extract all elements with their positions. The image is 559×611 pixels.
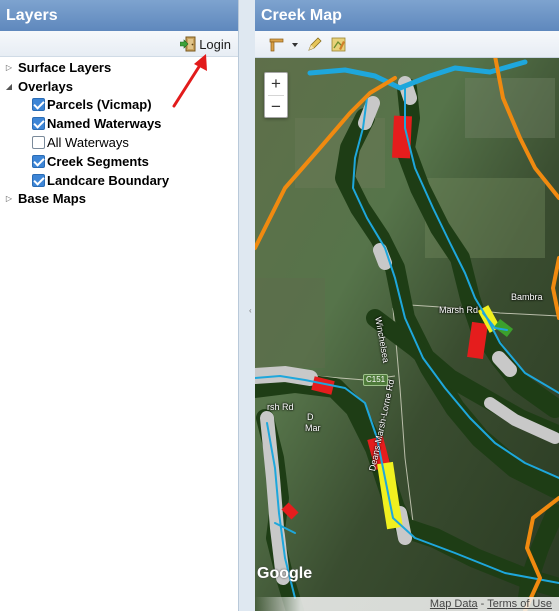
zoom-out-button[interactable]: − xyxy=(265,96,287,118)
bambra-label: Bambra xyxy=(511,292,543,302)
c151-road-shield: C151 xyxy=(363,374,389,386)
named-waterways-checkbox[interactable] xyxy=(32,117,45,131)
layer-item-creek-segments: Creek Segments xyxy=(0,152,238,171)
field-patch xyxy=(255,278,325,368)
marsh-rd-lower-label: rsh Rd xyxy=(267,402,294,412)
layer-item-parcels: Parcels (Vicmap) xyxy=(0,96,238,115)
tree-node-surface-layers[interactable]: ▷ Surface Layers xyxy=(0,58,238,77)
layer-item-named-waterways: Named Waterways xyxy=(0,114,238,133)
panel-splitter[interactable]: ‹ xyxy=(239,0,255,611)
map-layers xyxy=(255,58,559,611)
tree-node-label: Overlays xyxy=(18,78,73,94)
landcare-boundary-checkbox[interactable] xyxy=(32,173,45,187)
layer-label: Creek Segments xyxy=(47,153,149,169)
layer-label: Parcels (Vicmap) xyxy=(47,97,152,113)
tree-node-overlays[interactable]: ◢ Overlays xyxy=(0,77,238,96)
marsh-rd-label: Marsh Rd xyxy=(439,305,479,315)
creek-map[interactable]: + − Bambra Marsh Rd rsh Rd Winchelsea De… xyxy=(255,58,559,611)
layer-tree: ▷ Surface Layers ◢ Overlays Parcels (Vic… xyxy=(0,58,238,208)
attribution-separator: - xyxy=(477,598,488,610)
marsh-partial-label: Mar xyxy=(305,423,321,433)
parcels-checkbox[interactable] xyxy=(32,98,45,112)
measure-icon[interactable] xyxy=(268,36,286,53)
layer-label: Landcare Boundary xyxy=(47,172,170,188)
map-panel-title: Creek Map xyxy=(255,0,559,31)
layers-panel: Layers Login ▷ Surface Layers ◢ Overlays… xyxy=(0,0,239,611)
layer-item-all-waterways: All Waterways xyxy=(0,133,238,152)
creek-segment xyxy=(281,502,299,520)
map-toolbar xyxy=(255,31,559,58)
zoom-control: + − xyxy=(264,72,288,118)
map-data-link[interactable]: Map Data xyxy=(430,598,478,610)
map-attribution: Map Data - Terms of Use xyxy=(255,597,559,611)
layer-label: Named Waterways xyxy=(47,116,162,132)
google-logo: Google xyxy=(257,565,313,582)
layer-label: All Waterways xyxy=(47,135,129,151)
all-waterways-checkbox[interactable] xyxy=(32,136,45,150)
creek-segments-checkbox[interactable] xyxy=(32,154,45,168)
dropdown-arrow-icon[interactable] xyxy=(291,36,299,53)
tree-node-label: Surface Layers xyxy=(18,59,112,75)
splitter-grip-icon[interactable]: ‹ xyxy=(249,307,253,315)
layer-item-landcare-boundary: Landcare Boundary xyxy=(0,171,238,190)
terms-of-use-link[interactable]: Terms of Use xyxy=(487,598,552,610)
creek-segment xyxy=(467,321,488,360)
deans-marsh-partial-label: D xyxy=(307,412,314,422)
pencil-icon[interactable] xyxy=(306,36,324,53)
layer-edit-icon[interactable] xyxy=(330,36,348,53)
collapse-triangle-icon[interactable]: ◢ xyxy=(4,82,14,91)
tree-node-base-maps[interactable]: ▷ Base Maps xyxy=(0,190,238,209)
creek-segment xyxy=(373,243,392,270)
tree-node-label: Base Maps xyxy=(18,191,86,207)
zoom-in-button[interactable]: + xyxy=(265,73,287,95)
expand-triangle-icon[interactable]: ▷ xyxy=(4,194,14,203)
creek-segment xyxy=(492,351,517,377)
map-panel: Creek Map + − Bambra Marsh Rd rsh Rd Win… xyxy=(255,0,559,611)
expand-triangle-icon[interactable]: ▷ xyxy=(4,63,14,72)
field-patch xyxy=(465,78,555,138)
creek-segment xyxy=(392,115,412,159)
layers-panel-title: Layers xyxy=(0,0,238,31)
